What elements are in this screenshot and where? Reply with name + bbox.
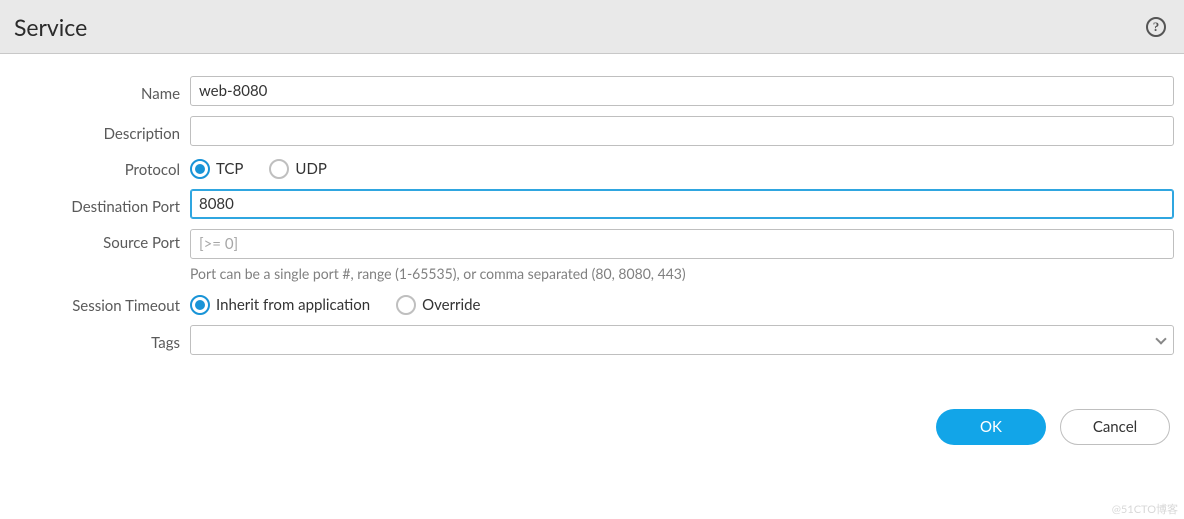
source-port-label: Source Port xyxy=(10,229,190,252)
destination-port-label: Destination Port xyxy=(10,193,190,216)
tags-label: Tags xyxy=(10,329,190,352)
protocol-udp-label: UDP xyxy=(295,160,326,178)
row-tags: Tags xyxy=(10,325,1174,355)
row-protocol: Protocol TCP UDP xyxy=(10,156,1174,179)
port-hint-text: Port can be a single port #, range (1-65… xyxy=(190,265,1174,282)
dialog-title: Service xyxy=(14,13,87,41)
description-input[interactable] xyxy=(190,116,1174,146)
session-timeout-radio-inherit[interactable]: Inherit from application xyxy=(190,295,370,315)
row-destination-port: Destination Port xyxy=(10,189,1174,219)
session-timeout-inherit-label: Inherit from application xyxy=(216,296,370,314)
protocol-label: Protocol xyxy=(10,156,190,179)
service-form: Name Description Protocol TCP UDP xyxy=(0,54,1184,381)
source-port-input[interactable] xyxy=(190,229,1174,259)
description-label: Description xyxy=(10,120,190,143)
radio-icon xyxy=(190,295,210,315)
radio-icon xyxy=(269,159,289,179)
row-source-port: Source Port Port can be a single port #,… xyxy=(10,229,1174,282)
session-timeout-override-label: Override xyxy=(422,296,480,314)
row-session-timeout: Session Timeout Inherit from application… xyxy=(10,292,1174,315)
ok-button[interactable]: OK xyxy=(936,409,1046,445)
row-description: Description xyxy=(10,116,1174,146)
watermark-text: @51CTO博客 xyxy=(1112,501,1178,517)
protocol-radio-udp[interactable]: UDP xyxy=(269,159,326,179)
protocol-radio-group: TCP UDP xyxy=(190,157,1174,179)
radio-icon xyxy=(190,159,210,179)
session-timeout-radio-group: Inherit from application Override xyxy=(190,293,1174,315)
row-name: Name xyxy=(10,76,1174,106)
dialog-header: Service ? xyxy=(0,0,1184,54)
protocol-tcp-label: TCP xyxy=(216,160,243,178)
cancel-button[interactable]: Cancel xyxy=(1060,409,1170,445)
chevron-down-icon xyxy=(1155,333,1166,344)
session-timeout-label: Session Timeout xyxy=(10,292,190,315)
radio-icon xyxy=(396,295,416,315)
dialog-footer: OK Cancel xyxy=(0,381,1184,457)
session-timeout-radio-override[interactable]: Override xyxy=(396,295,480,315)
protocol-radio-tcp[interactable]: TCP xyxy=(190,159,243,179)
destination-port-input[interactable] xyxy=(190,189,1174,219)
name-label: Name xyxy=(10,80,190,103)
tags-select[interactable] xyxy=(190,325,1174,355)
help-icon[interactable]: ? xyxy=(1146,17,1166,37)
name-input[interactable] xyxy=(190,76,1174,106)
